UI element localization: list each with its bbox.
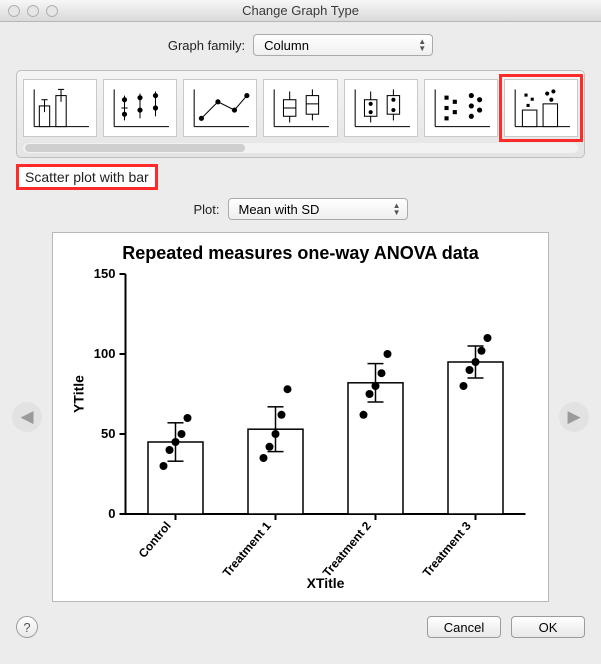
- plot-select-value: Mean with SD: [239, 202, 320, 217]
- plot-select-row: Plot: Mean with SD ▲▼: [16, 198, 585, 220]
- graph-type-box-scatter[interactable]: [344, 79, 418, 137]
- svg-text:100: 100: [94, 346, 116, 361]
- graph-type-line[interactable]: [183, 79, 257, 137]
- graph-family-select[interactable]: Column ▲▼: [253, 34, 433, 56]
- ok-button[interactable]: OK: [511, 616, 585, 638]
- dialog-footer: ? Cancel OK: [16, 616, 585, 638]
- plot-select-label: Plot:: [193, 202, 219, 217]
- graph-type-aligned-scatter[interactable]: [424, 79, 498, 137]
- chevron-updown-icon: ▲▼: [418, 38, 426, 52]
- scrollbar-knob[interactable]: [25, 144, 245, 152]
- preview-prev-button[interactable]: ◀: [12, 402, 42, 432]
- chart-svg: 0 50 100 150 YTitle Control Treatment 1 Treatme…: [61, 264, 540, 594]
- zoom-window-button[interactable]: [46, 5, 58, 17]
- chevron-updown-icon: ▲▼: [393, 202, 401, 216]
- svg-text:50: 50: [101, 426, 115, 441]
- dialog-buttons: Cancel OK: [427, 616, 585, 638]
- plot-select[interactable]: Mean with SD ▲▼: [228, 198, 408, 220]
- svg-text:Treatment 3: Treatment 3: [420, 519, 474, 580]
- preview-next-button[interactable]: ▶: [559, 402, 589, 432]
- svg-text:XTitle: XTitle: [307, 575, 345, 591]
- ok-button-label: OK: [539, 620, 558, 635]
- dialog-content: Graph family: Column ▲▼: [0, 22, 601, 652]
- help-button[interactable]: ?: [16, 616, 38, 638]
- cancel-button-label: Cancel: [444, 620, 484, 635]
- chart-preview-wrap: ◀ ▶ Repeated measures one-way ANOVA data…: [16, 232, 585, 602]
- svg-text:0: 0: [108, 506, 115, 521]
- graph-type-scatter-bar[interactable]: [504, 79, 578, 137]
- minimize-window-button[interactable]: [27, 5, 39, 17]
- graph-type-box[interactable]: [263, 79, 337, 137]
- svg-text:150: 150: [94, 266, 116, 281]
- svg-text:Treatment 2: Treatment 2: [320, 519, 374, 580]
- chart-title: Repeated measures one-way ANOVA data: [61, 243, 540, 264]
- graph-family-row: Graph family: Column ▲▼: [16, 34, 585, 56]
- graph-type-scatter[interactable]: [103, 79, 177, 137]
- svg-text:YTitle: YTitle: [71, 375, 87, 413]
- svg-text:Control: Control: [136, 519, 174, 561]
- titlebar: Change Graph Type: [0, 0, 601, 22]
- svg-text:Treatment 1: Treatment 1: [220, 519, 274, 580]
- graph-family-label: Graph family:: [168, 38, 245, 53]
- window-title: Change Graph Type: [0, 3, 601, 18]
- graph-type-scrollbar[interactable]: [23, 143, 578, 153]
- graph-type-bar[interactable]: [23, 79, 97, 137]
- graph-family-value: Column: [264, 38, 309, 53]
- selected-graph-type-label: Scatter plot with bar: [16, 164, 158, 190]
- cancel-button[interactable]: Cancel: [427, 616, 501, 638]
- graph-type-thumbnails: [23, 79, 578, 137]
- graph-type-strip: [16, 70, 585, 158]
- chart-preview: Repeated measures one-way ANOVA data 0 50…: [52, 232, 549, 602]
- close-window-button[interactable]: [8, 5, 20, 17]
- window-controls: [0, 5, 58, 17]
